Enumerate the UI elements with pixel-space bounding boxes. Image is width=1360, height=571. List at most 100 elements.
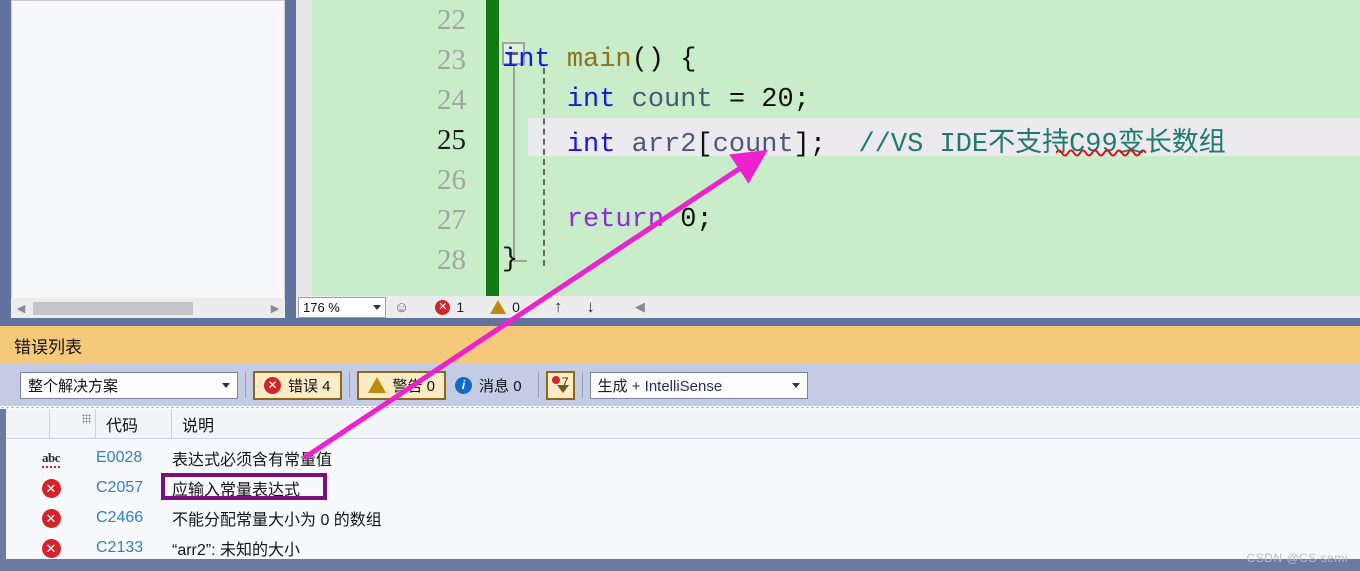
zoom-level-combobox[interactable]: 176 % [298,296,386,318]
column-header-code[interactable]: 代码 [96,409,172,438]
build-filter-primary: 生成 [597,377,628,395]
nav-next-issue-icon[interactable]: ↓ [586,297,595,317]
intellisense-bulb-icon[interactable]: ☺ [394,299,409,316]
column-header-icon[interactable] [50,409,96,438]
status-warning-group[interactable]: 0 [490,299,520,315]
chevron-down-icon[interactable] [373,304,381,310]
errors-filter-button[interactable]: ✕ 错误 4 [253,370,342,400]
row-description: 应输入常量表达式 [172,482,301,499]
code-token: ; [696,205,713,235]
code-line[interactable]: 22 [296,0,1360,40]
code-line[interactable]: 23 int main() { [296,40,1360,80]
code-line[interactable]: 25 int arr2[count]; //VS IDE不支持C99变长数组 [296,120,1360,161]
grid-header-row: 代码 说明 [6,409,1360,439]
row-code[interactable]: C2466 [96,509,172,527]
line-number: 22 [437,3,466,36]
chevron-down-icon[interactable] [791,382,800,388]
code-token: = [712,85,762,115]
warnings-filter-button[interactable]: 警告 0 [356,370,447,400]
warning-triangle-icon [367,377,386,393]
row-severity-cell: abc [6,450,96,469]
error-x-icon: ✕ [435,299,451,315]
table-row[interactable]: ✕ C2466 不能分配常量大小为 0 的数组 [6,503,1360,533]
error-squiggle-underline [1056,148,1146,157]
table-row[interactable]: abc E0028 表达式必须含有常量值 [6,443,1360,473]
code-token: } [502,245,519,275]
code-text: return 0; [502,205,713,235]
code-editor[interactable]: 22 23 int main() {24 int count = 20; 25 int… [296,0,1360,296]
code-text: int main() { [502,45,696,75]
code-token: arr2 [631,130,697,160]
scroll-left-arrow-icon[interactable]: ◀ [11,298,31,318]
screenshot-root: ◀ ▶ 22 23 int main() {24 int count = 20; 25… [0,0,1360,571]
row-severity-cell: ✕ [6,508,96,528]
panel-splitter[interactable] [0,318,1360,326]
top-area: ◀ ▶ 22 23 int main() {24 int count = 20; 25… [0,0,1360,318]
row-code[interactable]: E0028 [96,449,172,467]
toolbar-separator [581,372,583,398]
status-error-group[interactable]: ✕ 1 [435,299,464,315]
code-token: 0 [680,205,697,235]
spellcheck-abc-icon: abc [42,450,61,469]
error-list-bottom-rail [0,559,1360,571]
annotation-highlight-box [161,473,327,500]
watermark: CSDN @CS semi [1246,551,1348,565]
column-header-description[interactable]: 说明 [172,409,1360,438]
code-line[interactable]: 28} [296,240,1360,280]
code-token: count [712,130,794,160]
line-number: 25 [437,123,466,156]
error-list-panel: 错误列表 整个解决方案 ✕ 错误 4 警告 0 i 消息 0 7 生成 + In… [0,326,1360,571]
filter-funnel-button[interactable]: 7 [545,370,575,400]
warnings-filter-label: 警告 0 [392,377,436,395]
nav-previous-issue-icon[interactable]: ↑ [554,297,563,317]
info-circle-icon: i [455,376,473,394]
messages-filter-label: 消息 0 [479,377,522,395]
row-description: 表达式必须含有常量值 [172,452,333,469]
code-line[interactable]: 26 [296,160,1360,200]
error-x-icon: ✕ [264,376,281,394]
status-warning-count: 0 [512,299,520,315]
line-number: 24 [437,83,466,116]
scrollbar-thumb[interactable] [33,301,193,315]
column-header-selector[interactable] [6,409,50,438]
row-severity-cell: ✕ [6,478,96,498]
code-token: [ [696,130,713,160]
left-tool-panel: ◀ ▶ [0,0,296,318]
editor-status-bar: 176 % ☺ ✕ 1 0 ↑ ↓ ◀ [296,296,1360,318]
warning-triangle-icon [490,300,507,314]
status-collapse-caret-icon[interactable]: ◀ [635,299,645,315]
scroll-right-arrow-icon[interactable]: ▶ [265,298,285,318]
code-token: () { [631,45,697,75]
code-token: ; [793,85,810,115]
filter-alert-dot-icon [551,375,560,384]
left-panel-horizontal-scrollbar[interactable]: ◀ ▶ [11,298,285,318]
build-filter-secondary: + IntelliSense [627,377,723,395]
funnel-icon [556,384,569,393]
toolbar-separator [348,372,350,398]
code-text: } [502,245,518,275]
code-token: return [566,205,665,235]
column-options-dots-icon[interactable] [82,414,91,424]
zoom-level-value: 176 % [303,299,340,315]
code-token: 20 [761,85,794,115]
status-error-count: 1 [456,299,465,315]
chevron-down-icon[interactable] [222,382,230,388]
messages-filter-button[interactable]: i 消息 0 [446,371,531,400]
errors-filter-label: 错误 4 [288,377,331,395]
code-token: int [502,45,551,75]
line-number: 28 [437,243,466,276]
scope-value: 整个解决方案 [28,377,119,395]
code-line[interactable]: 24 int count = 20; [296,80,1360,120]
scope-combobox[interactable]: 整个解决方案 [20,371,238,399]
row-code[interactable]: C2133 [96,539,172,557]
build-intellisense-combobox[interactable]: 生成 + IntelliSense [589,371,808,399]
code-line[interactable]: 27 return 0; [296,200,1360,240]
line-number: 23 [437,43,466,76]
left-tool-panel-content [11,0,285,300]
